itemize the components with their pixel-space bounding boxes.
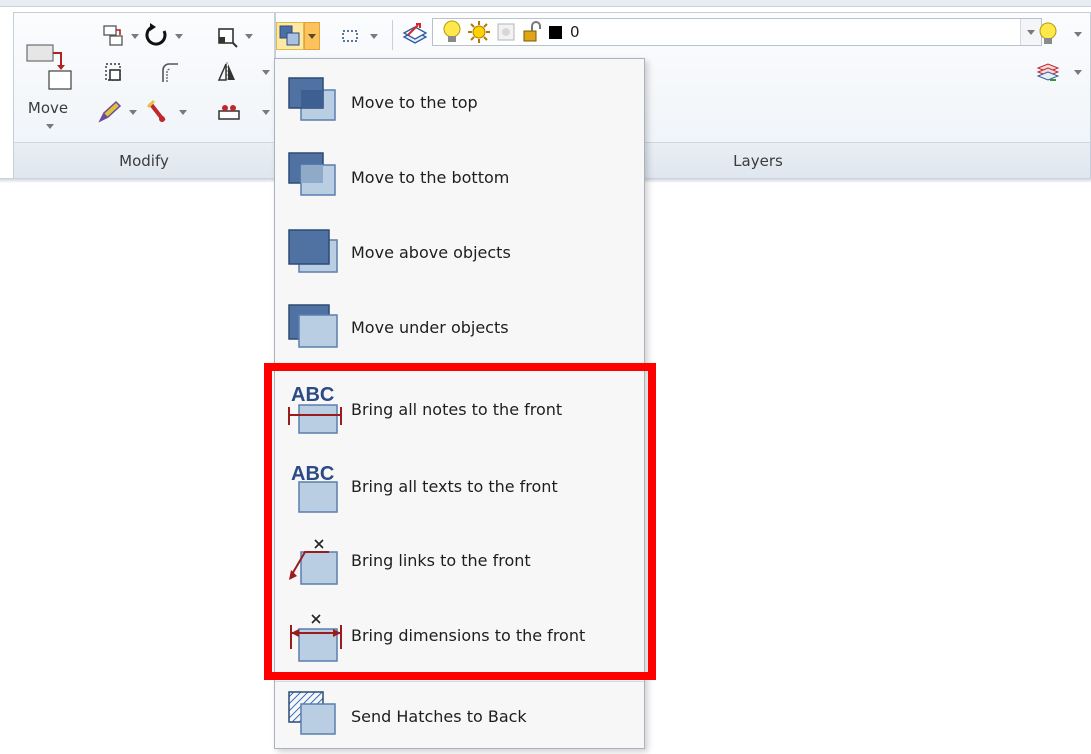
mirror-icon [217, 62, 235, 82]
edit-tool-button[interactable] [94, 98, 124, 126]
edit-dropdown-arrow[interactable] [129, 110, 137, 115]
copy-dropdown-arrow[interactable] [131, 34, 139, 39]
move-above-icon [288, 228, 338, 273]
pencil-icon [98, 100, 122, 123]
annotation-highlight-box [264, 363, 656, 680]
stretch-tool-button[interactable] [98, 58, 128, 86]
menu-item-move-under[interactable]: Move under objects [275, 290, 644, 365]
layer-states-button[interactable] [1034, 58, 1062, 86]
draw-order-caret [308, 33, 316, 39]
layer-states-icon [1036, 63, 1060, 81]
layer-properties-button[interactable] [400, 20, 430, 48]
rotate-dropdown-arrow[interactable] [175, 34, 183, 39]
trim-icon [146, 99, 166, 123]
selection-dropdown-arrow[interactable] [370, 34, 378, 39]
rotate-tool-button[interactable] [142, 22, 172, 50]
fillet-icon [162, 63, 178, 82]
mirror-dropdown-arrow[interactable] [262, 70, 270, 75]
copy-icon [103, 25, 123, 46]
ribbon-top-border [0, 0, 1091, 7]
draw-order-icon [279, 25, 300, 46]
fillet-tool-button[interactable] [155, 58, 185, 86]
move-to-top-icon [288, 76, 336, 121]
lightbulb-on-icon [443, 20, 461, 42]
move-icon [26, 44, 72, 90]
sun-thaw-icon [468, 21, 490, 43]
layer-color-swatch [549, 25, 562, 39]
modify-panel-title: Modify [14, 142, 274, 179]
move-under-icon [288, 303, 338, 348]
copy-tool-button[interactable] [98, 22, 128, 50]
layer-combo[interactable]: 0 [432, 18, 1042, 46]
hatches-back-icon [288, 690, 336, 735]
menu-item-label: Send Hatches to Back [351, 707, 527, 726]
scale-tool-button[interactable] [212, 22, 242, 50]
draw-order-dropdown-arrow[interactable] [304, 22, 320, 50]
menu-item-move-above[interactable]: Move above objects [275, 215, 644, 290]
layer-on-off-dropdown-arrow[interactable] [1074, 32, 1082, 37]
unlock-icon [523, 21, 541, 42]
menu-item-label: Move under objects [351, 318, 509, 337]
mirror-tool-button[interactable] [212, 58, 242, 86]
array-tool-button[interactable] [214, 98, 244, 126]
menu-item-label: Move to the bottom [351, 168, 510, 187]
vp-freeze-icon [497, 23, 515, 41]
toolbar-separator [392, 20, 393, 50]
menu-item-label: Move to the top [351, 93, 478, 112]
trim-dropdown-arrow[interactable] [179, 110, 187, 115]
menu-item-move-to-bottom[interactable]: Move to the bottom [275, 140, 644, 215]
layer-states-dropdown-arrow[interactable] [1074, 70, 1082, 75]
menu-item-move-to-top[interactable]: Move to the top [275, 65, 644, 140]
stretch-icon [105, 63, 121, 81]
layer-name-value: 0 [570, 23, 580, 41]
move-label: Move [27, 99, 69, 117]
scale-icon [218, 28, 238, 48]
array-dropdown-arrow[interactable] [262, 110, 270, 115]
layer-manager-icon [402, 23, 428, 44]
selection-tool-button[interactable] [336, 22, 364, 50]
selection-icon [342, 30, 358, 42]
array-icon [218, 105, 240, 120]
menu-item-hatches-back[interactable]: Send Hatches to Back [275, 679, 644, 754]
move-dropdown-arrow [46, 124, 54, 129]
move-to-bottom-icon [288, 151, 336, 196]
move-button[interactable]: Move [20, 20, 76, 132]
draw-order-button[interactable] [276, 22, 304, 50]
lightbulb-icon [1039, 22, 1057, 44]
scale-dropdown-arrow[interactable] [245, 34, 253, 39]
trim-tool-button[interactable] [142, 98, 172, 126]
menu-item-label: Move above objects [351, 243, 511, 262]
layer-on-off-button[interactable] [1034, 20, 1062, 48]
rotate-icon [145, 23, 167, 46]
